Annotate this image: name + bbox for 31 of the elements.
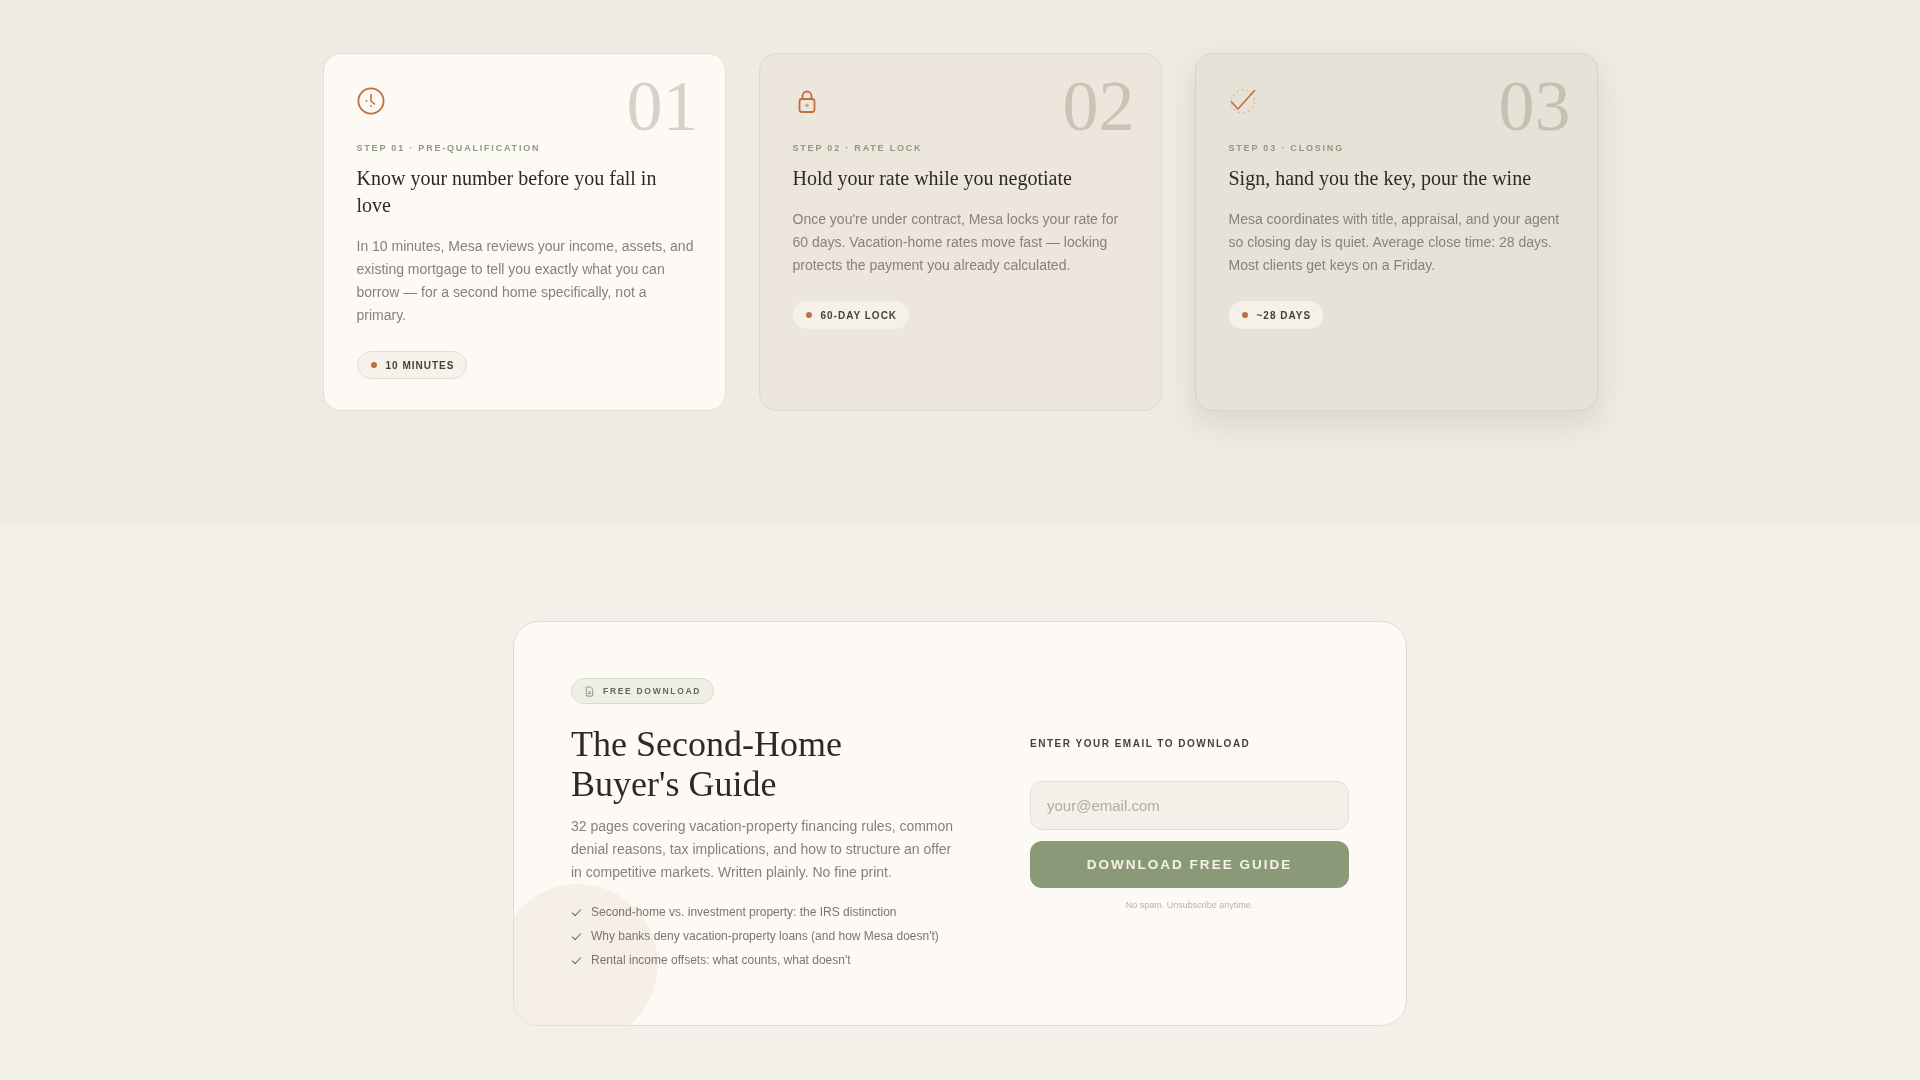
download-button[interactable]: DOWNLOAD FREE GUIDE [1030,841,1349,889]
dot-icon [370,362,377,368]
email-label: ENTER YOUR EMAIL TO DOWNLOAD [1030,737,1252,752]
step-description: In 10 minutes, Mesa reviews your income, assets, and existing mortgage to tell you exactly what you can borrow — for a second home specifically, not a primary. [356,237,695,325]
step-title: Hold your rate while you negotiate [792,166,1073,192]
step-description: Mesa coordinates with title, appraisal, and your agent so closing day is quiet. Average close time: 28 days. Most clients get keys on a Friday. [1228,210,1561,275]
guide-point: Second-home vs. investment property: the IRS distinction [591,904,897,921]
checkmark-icon [1228,87,1257,115]
check-icon [571,954,582,966]
step-title: Know your number before you fall in love [356,166,658,218]
dot-icon [805,312,812,318]
duration-text: ~28 DAYS [1256,308,1312,323]
duration-text: 60-DAY LOCK [820,308,898,323]
form-note: No spam. Unsubscribe anytime. [1124,899,1255,913]
duration-text: 10 MINUTES [385,358,455,373]
step-description: Once you're under contract, Mesa locks your rate for 60 days. Vacation-home rates move fast — locking protects the payment you already calculated. [792,210,1120,275]
guide-title: The Second-Home Buyer's Guide [571,724,843,804]
guide-point: Why banks deny vacation-property loans (and how Mesa doesn't) [591,928,939,945]
dot-icon [1241,312,1248,318]
tag-text: FREE DOWNLOAD [603,684,702,698]
step-title: Sign, hand you the key, pour the wine [1228,166,1533,192]
step-label: STEP 03 · CLOSING [1228,142,1345,155]
document-icon [584,685,595,697]
step-label: STEP 02 · RATE LOCK [792,142,924,155]
guide-point: Rental income offsets: what counts, what doesn't [591,952,851,969]
step-label: STEP 01 · PRE-QUALIFICATION [356,142,542,155]
guide-description: 32 pages covering vacation-property financing rules, common denial reasons, tax implications, and how to structure an offer in competitive markets. Written plainly. No fine print. [571,817,955,882]
check-icon [571,906,582,918]
clock-icon [356,87,385,115]
email-field[interactable]: your@email.com [1030,781,1349,831]
check-icon [571,930,582,942]
